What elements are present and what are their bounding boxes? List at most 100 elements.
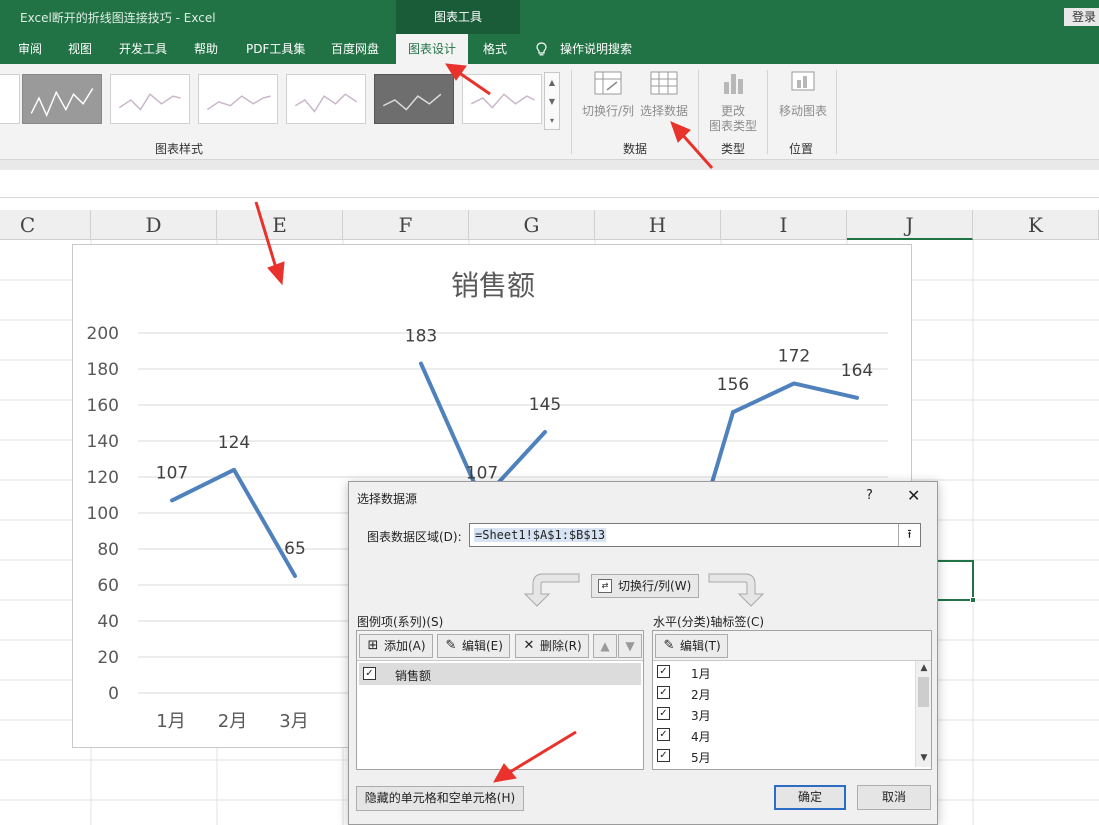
lightbulb-icon — [536, 42, 547, 56]
chart-style-thumb-4[interactable] — [198, 74, 278, 124]
remove-series-button[interactable]: ✕ 删除(R) — [515, 634, 589, 658]
column-header-i[interactable]: I — [721, 210, 847, 240]
axis-label-item[interactable]: ✓ 4月 — [653, 724, 913, 745]
ribbon-tabs: 审阅 视图 开发工具 帮助 PDF工具集 百度网盘 图表设计 格式 操作说明搜索 — [0, 34, 1099, 64]
series-pane: ⊞ 添加(A) ✎ 编辑(E) ✕ 删除(R) ▲ ▼ ✓ 销售额 — [356, 630, 644, 770]
arrow-left-down-icon — [523, 573, 580, 607]
tab-view[interactable]: 视图 — [68, 34, 92, 64]
fill-handle[interactable] — [970, 597, 976, 603]
edit-axis-labels-button[interactable]: ✎ 编辑(T) — [655, 634, 728, 658]
chart-style-thumb-7[interactable] — [462, 74, 542, 124]
series-line — [731, 381, 859, 415]
scroll-thumb[interactable] — [918, 677, 929, 707]
cancel-button[interactable]: 取消 — [857, 785, 931, 810]
ribbon: ▲ ▼ ▾ 图表样式 切换行/列 选择数据 数据 更改 图表类型 类型 移动图表… — [0, 64, 1099, 160]
select-data-button[interactable]: 选择数据 — [638, 70, 690, 119]
y-tick-label: 60 — [97, 576, 119, 596]
data-label: 164 — [841, 361, 873, 381]
axis-list-scrollbar[interactable]: ▲ ▼ — [915, 661, 931, 767]
switch-row-column-dialog-label: 切换行/列(W) — [618, 579, 692, 593]
hidden-empty-cells-button[interactable]: 隐藏的单元格和空单元格(H) — [356, 786, 524, 811]
axis-label-item[interactable]: ✓ 2月 — [653, 682, 913, 703]
chart-style-thumb-3[interactable] — [110, 74, 190, 124]
tab-help[interactable]: 帮助 — [194, 34, 218, 64]
scroll-up-icon[interactable]: ▲ — [916, 663, 932, 673]
series-item[interactable]: ✓ 销售额 — [359, 663, 641, 685]
column-header-g[interactable]: G — [469, 210, 595, 240]
column-header-d[interactable]: D — [91, 210, 217, 240]
selected-cell[interactable] — [936, 560, 974, 601]
group-separator — [698, 70, 699, 154]
ribbon-gap — [0, 160, 1099, 170]
edit-series-button[interactable]: ✎ 编辑(E) — [437, 634, 510, 658]
column-header-h[interactable]: H — [595, 210, 721, 240]
axis-label-item[interactable]: ✓ 3月 — [653, 703, 913, 724]
chart-style-thumb-5[interactable] — [286, 74, 366, 124]
move-chart-button[interactable]: 移动图表 — [776, 70, 830, 119]
tell-me-search[interactable]: 操作说明搜索 — [560, 34, 632, 64]
series-line — [170, 467, 297, 578]
column-header-j[interactable]: J — [847, 210, 973, 240]
sign-in-button[interactable]: 登录 — [1064, 8, 1099, 26]
add-icon: ⊞ — [367, 638, 379, 653]
y-tick-label: 20 — [97, 648, 119, 668]
axis-labels-label: 水平(分类)轴标签(C) — [653, 615, 765, 629]
data-label: 65 — [284, 539, 306, 559]
tab-baidu-netdisk[interactable]: 百度网盘 — [331, 34, 379, 64]
move-up-button[interactable]: ▲ — [593, 634, 617, 658]
axis-labels-pane: ✎ 编辑(T) ✓ 1月 ✓ 2月 ✓ 3月 ✓ 4月 ✓ 5月 ▲ ▼ — [652, 630, 932, 770]
ok-button[interactable]: 确定 — [774, 785, 846, 810]
tab-format[interactable]: 格式 — [483, 34, 507, 64]
tab-pdf-tools[interactable]: PDF工具集 — [246, 34, 305, 64]
axis-checkbox[interactable]: ✓ — [657, 686, 670, 699]
tab-chart-design[interactable]: 图表设计 — [396, 34, 469, 64]
chart-style-thumb-2[interactable] — [22, 74, 102, 124]
close-icon[interactable]: ✕ — [907, 486, 920, 505]
group-label-data: 数据 — [623, 142, 648, 156]
add-series-button[interactable]: ⊞ 添加(A) — [359, 634, 433, 658]
axis-checkbox[interactable]: ✓ — [657, 665, 670, 678]
change-chart-type-button[interactable]: 更改 图表类型 — [706, 70, 760, 134]
axis-checkbox[interactable]: ✓ — [657, 728, 670, 741]
collapse-dialog-icon[interactable]: ⭱ — [898, 524, 920, 546]
group-separator — [571, 70, 572, 154]
series-checkbox[interactable]: ✓ — [363, 667, 376, 680]
column-header-f[interactable]: F — [343, 210, 469, 240]
chart-styles-scroll[interactable]: ▲ ▼ ▾ — [544, 72, 560, 130]
move-down-button[interactable]: ▼ — [618, 634, 642, 658]
chart-tools-context-header: 图表工具 — [396, 0, 520, 34]
axis-checkbox[interactable]: ✓ — [657, 749, 670, 762]
chart-style-thumb-1[interactable] — [0, 74, 20, 124]
tab-review[interactable]: 审阅 — [18, 34, 42, 64]
scroll-down-icon[interactable]: ▼ — [545, 92, 559, 111]
switch-row-column-dialog-button[interactable]: ⇄ 切换行/列(W) — [591, 574, 699, 598]
chart-data-range-label: 图表数据区域(D): — [367, 530, 462, 544]
axis-label-text: 3月 — [691, 709, 711, 723]
move-chart-label: 移动图表 — [778, 104, 827, 118]
column-header-e[interactable]: E — [217, 210, 343, 240]
column-header-c[interactable]: C — [0, 210, 91, 240]
tab-developer[interactable]: 开发工具 — [119, 34, 167, 64]
more-styles-icon[interactable]: ▾ — [545, 111, 559, 130]
data-label: 107 — [156, 463, 188, 483]
group-label-location: 位置 — [789, 142, 814, 156]
series-toolbar: ⊞ 添加(A) ✎ 编辑(E) ✕ 删除(R) ▲ ▼ — [357, 631, 643, 661]
help-icon[interactable]: ? — [866, 488, 873, 503]
chart-data-range-input[interactable]: =Sheet1!$A$1:$B$13 ⭱ — [469, 523, 921, 547]
column-header-k[interactable]: K — [973, 210, 1099, 240]
excel-window: Excel断开的折线图连接技巧 - Excel 图表工具 登录 审阅 视图 开发… — [0, 0, 1099, 825]
axis-label-item[interactable]: ✓ 5月 — [653, 745, 913, 766]
axis-label-text: 1月 — [691, 667, 711, 681]
axis-label-item[interactable]: ✓ 1月 — [653, 661, 913, 682]
chart-style-thumb-6[interactable] — [374, 74, 454, 124]
x-tick-label: 2月 — [218, 711, 247, 732]
change-chart-type-label-2: 图表类型 — [708, 119, 757, 133]
switch-row-column-button[interactable]: 切换行/列 — [580, 70, 636, 119]
remove-series-label: 删除(R) — [540, 639, 582, 653]
formula-bar[interactable] — [0, 170, 1099, 198]
column-headers: C D E F G H I J K — [0, 210, 1099, 240]
scroll-up-icon[interactable]: ▲ — [545, 73, 559, 92]
scroll-down-icon[interactable]: ▼ — [916, 753, 932, 763]
edit-axis-labels-label: 编辑(T) — [680, 639, 721, 653]
axis-checkbox[interactable]: ✓ — [657, 707, 670, 720]
